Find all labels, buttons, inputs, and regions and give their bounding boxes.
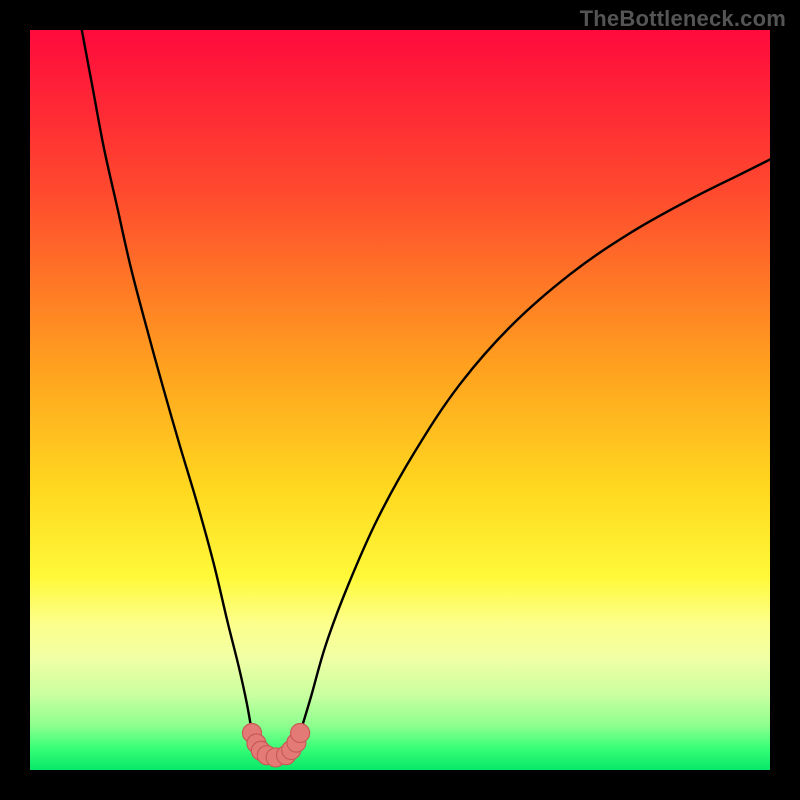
- watermark-text: TheBottleneck.com: [580, 6, 786, 32]
- plot-area: [30, 30, 770, 770]
- boundary-marker: [291, 724, 310, 743]
- gradient-background: [30, 30, 770, 770]
- chart-frame: TheBottleneck.com: [0, 0, 800, 800]
- plot-svg: [30, 30, 770, 770]
